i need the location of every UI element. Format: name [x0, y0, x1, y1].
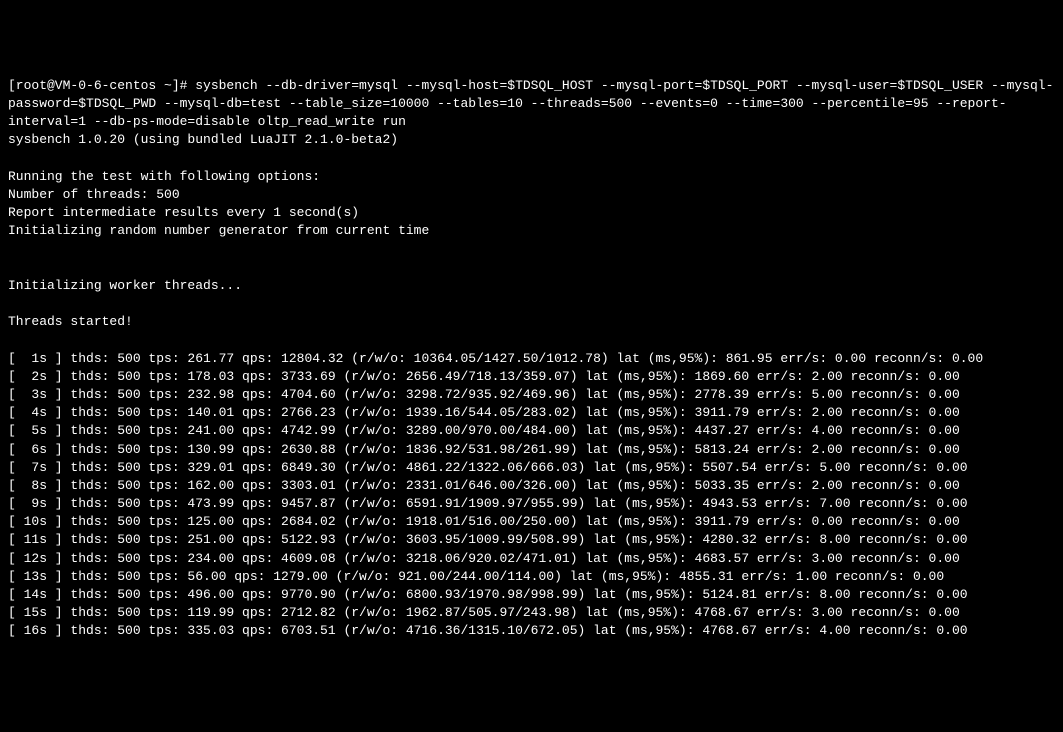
terminal-output[interactable]: [root@VM-0-6-centos ~]# sysbench --db-dr…: [8, 77, 1055, 641]
